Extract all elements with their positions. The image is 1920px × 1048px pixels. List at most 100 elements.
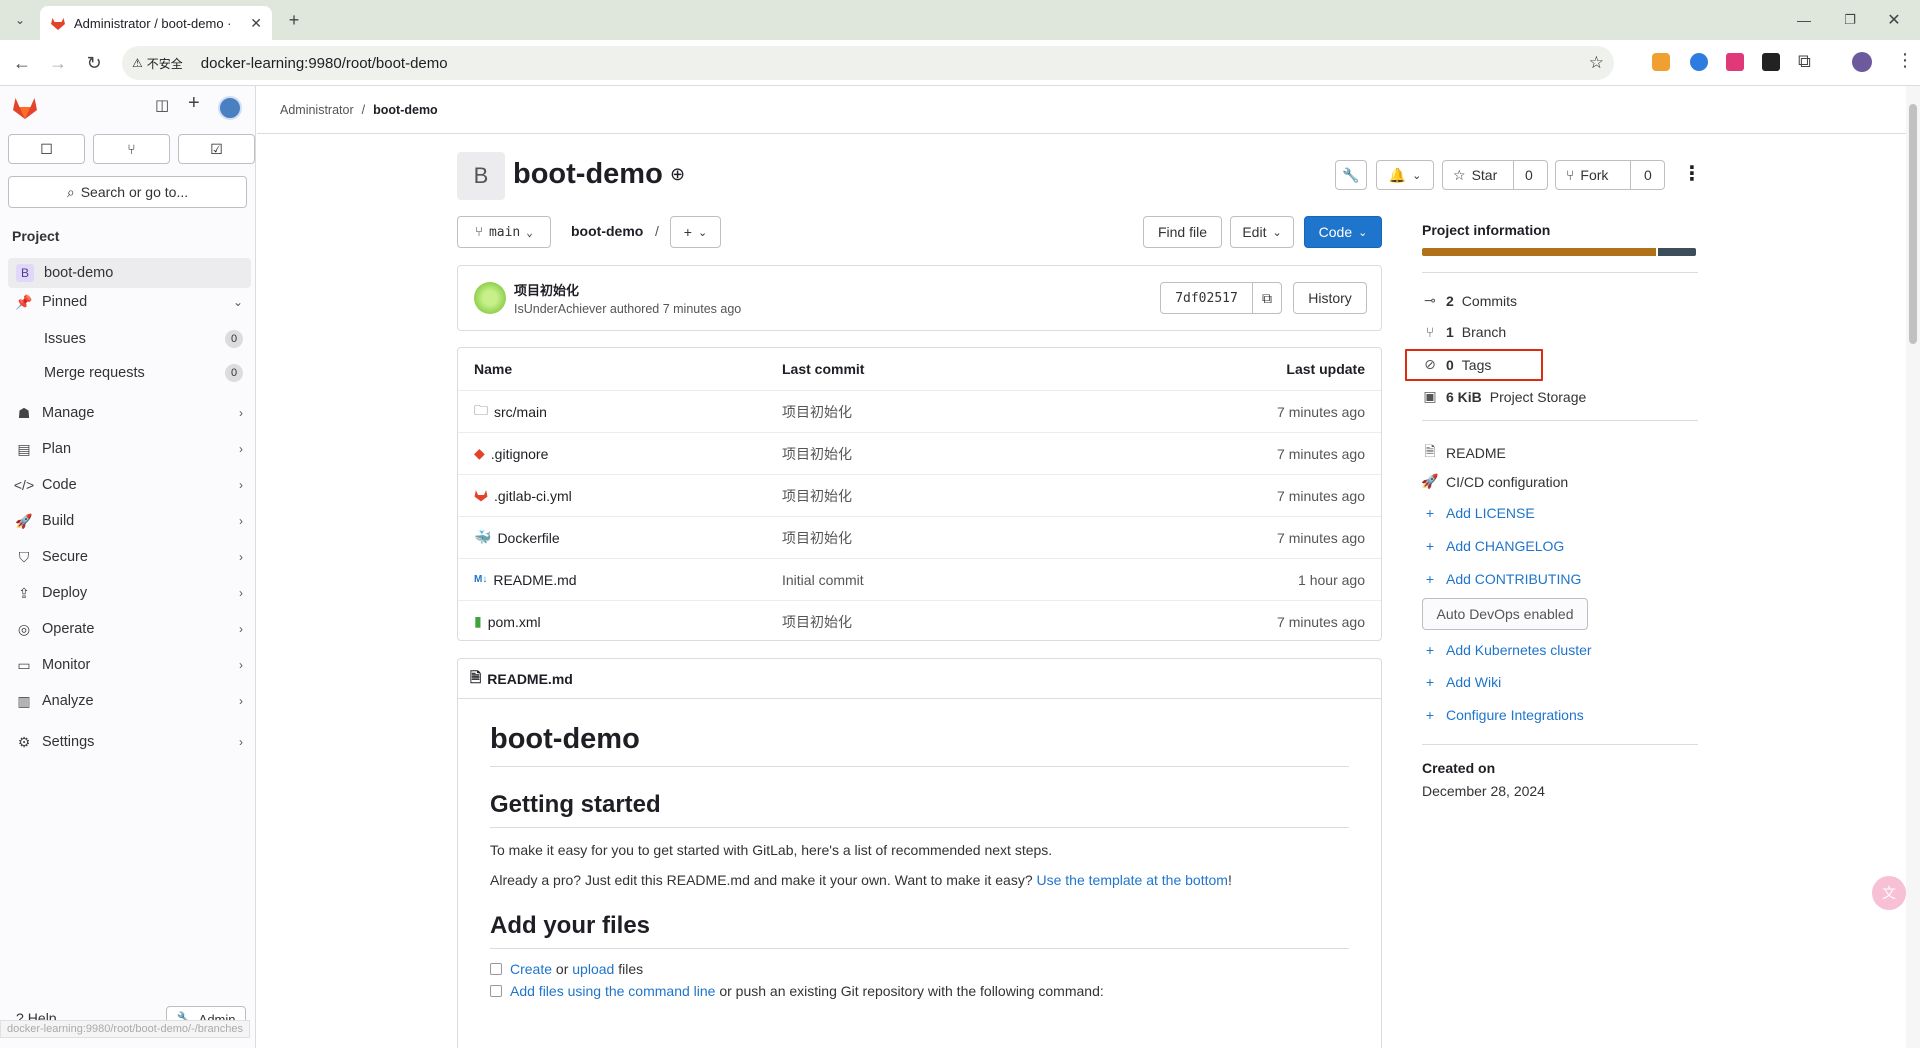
sidebar-item-secure[interactable]: ⛉ Secure › [8, 542, 251, 572]
storage-link[interactable]: ▣ 6 KiB Project Storage [1422, 388, 1586, 405]
table-row[interactable]: 🐳 Dockerfile 项目初始化 7 minutes ago [458, 516, 1381, 558]
use-template-link[interactable]: Use the template at the bottom [1037, 872, 1228, 888]
extension-icon-1[interactable] [1652, 53, 1670, 71]
security-chip[interactable]: ⚠ 不安全 [132, 55, 191, 72]
add-to-tree-dropdown[interactable]: + ⌄ [670, 216, 721, 248]
upload-link[interactable]: upload [572, 961, 614, 977]
browser-menu-icon[interactable]: ⋮ [1896, 50, 1914, 71]
add-changelog-link[interactable]: + Add CHANGELOG [1422, 538, 1564, 554]
create-new-plus-icon[interactable]: + [188, 92, 200, 115]
user-avatar-icon[interactable] [218, 96, 242, 120]
file-commit-link[interactable]: 项目初始化 [782, 486, 852, 506]
gitlab-logo-icon[interactable] [12, 96, 38, 120]
table-row[interactable]: ◆ .gitignore 项目初始化 7 minutes ago [458, 432, 1381, 474]
breadcrumb-current-link[interactable]: boot-demo [373, 103, 438, 117]
commit-sha-link[interactable]: 7df02517 [1160, 282, 1253, 314]
code-dropdown[interactable]: Code ⌄ [1304, 216, 1382, 248]
merge-requests-shortcut-button[interactable]: ⑂ [93, 134, 170, 164]
file-name-link[interactable]: README.md [493, 572, 576, 588]
file-commit-link[interactable]: 项目初始化 [782, 528, 852, 548]
commits-link[interactable]: ⊸ 2 Commits [1422, 292, 1517, 309]
scrollbar-thumb[interactable] [1909, 104, 1917, 344]
edit-dropdown[interactable]: Edit ⌄ [1230, 216, 1294, 248]
extension-icon-2[interactable] [1690, 53, 1708, 71]
file-commit-link[interactable]: Initial commit [782, 572, 864, 588]
new-tab-plus-icon[interactable]: + [280, 6, 308, 34]
sidebar-item-monitor[interactable]: ▭ Monitor › [8, 650, 251, 680]
sidebar-item-settings[interactable]: ⚙ Settings › [8, 727, 251, 757]
fork-button[interactable]: ⑂ Fork 0 [1555, 160, 1665, 190]
create-link[interactable]: Create [510, 961, 552, 977]
checkbox[interactable] [490, 985, 502, 997]
table-row[interactable]: .gitlab-ci.yml 项目初始化 7 minutes ago [458, 474, 1381, 516]
bookmark-star-icon[interactable]: ☆ [1589, 53, 1604, 73]
language-segment-primary[interactable] [1422, 248, 1656, 256]
file-name-link[interactable]: .gitignore [491, 446, 549, 462]
sidebar-item-operate[interactable]: ◎ Operate › [8, 614, 251, 644]
sidebar-item-deploy[interactable]: ⇪ Deploy › [8, 578, 251, 608]
forward-icon[interactable]: → [44, 49, 72, 77]
branch-selector[interactable]: ⑂ main ⌄ [457, 216, 551, 248]
translate-extension-icon[interactable] [1726, 53, 1744, 71]
add-license-link[interactable]: + Add LICENSE [1422, 505, 1535, 521]
checkbox[interactable] [490, 963, 502, 975]
more-actions-kebab-icon[interactable]: ⋮ [1682, 161, 1702, 186]
back-icon[interactable]: ← [8, 49, 36, 77]
sidebar-item-issues[interactable]: Issues 0 [8, 324, 251, 354]
minimize-icon[interactable]: — [1790, 6, 1818, 34]
readme-filename-link[interactable]: README.md [487, 671, 573, 687]
auto-devops-button[interactable]: Auto DevOps enabled [1422, 598, 1588, 630]
todos-shortcut-button[interactable]: ☑ [178, 134, 255, 164]
extension-icon-4[interactable] [1762, 53, 1780, 71]
language-segment-secondary[interactable] [1658, 248, 1696, 256]
file-name-link[interactable]: Dockerfile [497, 530, 559, 546]
sidebar-item-plan[interactable]: ▤ Plan › [8, 434, 251, 464]
command-line-link[interactable]: Add files using the command line [510, 983, 715, 999]
tab-search-chevron-icon[interactable]: ⌄ [6, 6, 34, 34]
address-bar[interactable]: ⚠ 不安全 docker-learning:9980/root/boot-demo… [122, 46, 1614, 80]
copy-sha-button[interactable]: ⧉ [1252, 282, 1282, 314]
sidebar-item-project[interactable]: B boot-demo [8, 258, 251, 288]
sidebar-item-pinned[interactable]: 📌 Pinned ⌄ [8, 287, 251, 317]
branches-link[interactable]: ⑂ 1 Branch [1422, 324, 1506, 340]
restore-icon[interactable]: ❐ [1836, 6, 1864, 34]
file-commit-link[interactable]: 项目初始化 [782, 402, 852, 422]
breadcrumb-parent-link[interactable]: Administrator [280, 103, 354, 117]
translate-floating-icon[interactable]: 文 [1872, 876, 1906, 910]
readme-link[interactable]: 🗎 README [1422, 441, 1506, 465]
table-row[interactable]: M↓ README.md Initial commit 1 hour ago [458, 558, 1381, 600]
configure-integrations-link[interactable]: + Configure Integrations [1422, 707, 1584, 723]
sidebar-item-analyze[interactable]: ▥ Analyze › [8, 686, 251, 716]
close-window-icon[interactable]: ✕ [1880, 6, 1908, 34]
sidebar-item-build[interactable]: 🚀 Build › [8, 506, 251, 536]
notifications-dropdown[interactable]: 🔔 ⌄ [1376, 160, 1434, 190]
extensions-puzzle-icon[interactable]: ⧉ [1798, 51, 1811, 72]
project-settings-button[interactable]: 🔧 [1335, 160, 1367, 190]
commit-author-link[interactable]: IsUnderAchiever [514, 302, 606, 316]
star-button[interactable]: ☆ Star 0 [1442, 160, 1548, 190]
file-name-link[interactable]: pom.xml [488, 614, 541, 630]
reload-icon[interactable]: ↻ [80, 49, 108, 77]
table-row[interactable]: 🗀 src/main 项目初始化 7 minutes ago [458, 390, 1381, 432]
add-kubernetes-link[interactable]: + Add Kubernetes cluster [1422, 642, 1592, 658]
issues-shortcut-button[interactable]: ☐ [8, 134, 85, 164]
sidebar-item-merge-requests[interactable]: Merge requests 0 [8, 358, 251, 388]
table-row[interactable]: ▮ pom.xml 项目初始化 7 minutes ago [458, 600, 1381, 642]
file-name-link[interactable]: src/main [494, 404, 547, 420]
add-wiki-link[interactable]: + Add Wiki [1422, 674, 1501, 690]
tab-close-icon[interactable]: ✕ [250, 15, 262, 32]
file-commit-link[interactable]: 项目初始化 [782, 444, 852, 464]
file-commit-link[interactable]: 项目初始化 [782, 612, 852, 632]
commit-title-link[interactable]: 项目初始化 [514, 280, 579, 299]
add-contributing-link[interactable]: + Add CONTRIBUTING [1422, 571, 1581, 587]
collapse-sidebar-icon[interactable]: ◫ [155, 96, 169, 114]
file-name-link[interactable]: .gitlab-ci.yml [494, 488, 572, 504]
browser-tab[interactable]: Administrator / boot-demo · ✕ [40, 6, 272, 40]
profile-avatar-icon[interactable] [1852, 52, 1872, 72]
search-button[interactable]: ⌕ Search or go to... [8, 176, 247, 208]
find-file-button[interactable]: Find file [1143, 216, 1222, 248]
page-scrollbar[interactable] [1906, 86, 1920, 1048]
author-avatar[interactable] [474, 282, 506, 314]
repo-path-link[interactable]: boot-demo [571, 223, 643, 239]
history-button[interactable]: History [1293, 282, 1367, 314]
